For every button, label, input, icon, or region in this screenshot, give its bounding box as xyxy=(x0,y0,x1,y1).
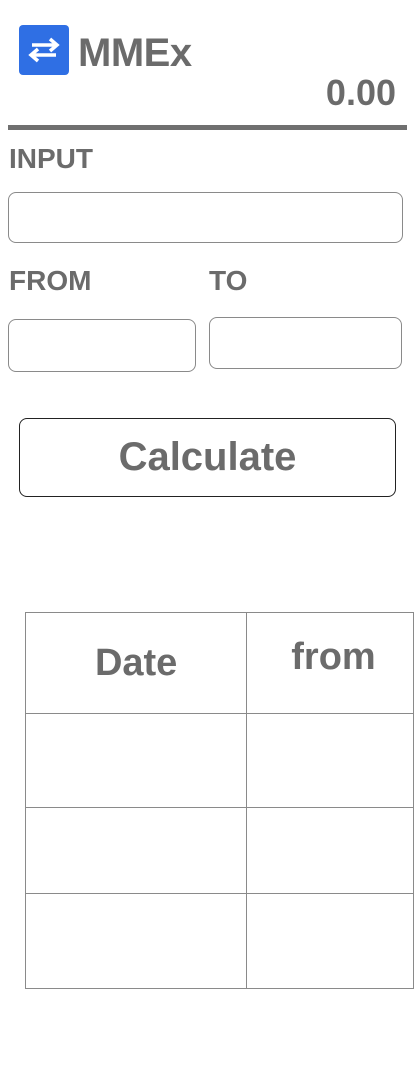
column-header-date: Date xyxy=(24,612,248,714)
app-title: MMEx xyxy=(78,31,192,75)
amount-input[interactable] xyxy=(8,192,403,243)
table-cell-from xyxy=(246,893,414,989)
from-currency-input[interactable] xyxy=(8,319,196,372)
history-table: Date from xyxy=(24,612,414,989)
from-label: FROM xyxy=(9,265,92,296)
result-value: 0.00 xyxy=(325,72,396,113)
input-label: INPUT xyxy=(9,143,93,174)
app-logo xyxy=(19,25,69,75)
table-cell-date xyxy=(24,713,248,808)
table-row xyxy=(24,713,414,808)
table-cell-date xyxy=(24,893,248,989)
to-currency-input[interactable] xyxy=(209,317,402,369)
table-cell-date xyxy=(24,807,248,894)
calculate-button[interactable]: Calculate xyxy=(19,418,396,497)
header-divider xyxy=(8,125,407,130)
table-row xyxy=(24,893,414,989)
table-row xyxy=(24,807,414,894)
swap-arrows-icon xyxy=(28,37,60,63)
table-cell-from xyxy=(246,713,414,808)
column-header-from: from xyxy=(246,612,414,714)
table-cell-from xyxy=(246,807,414,894)
table-header-row: Date from xyxy=(24,612,414,714)
to-label: TO xyxy=(209,265,248,296)
